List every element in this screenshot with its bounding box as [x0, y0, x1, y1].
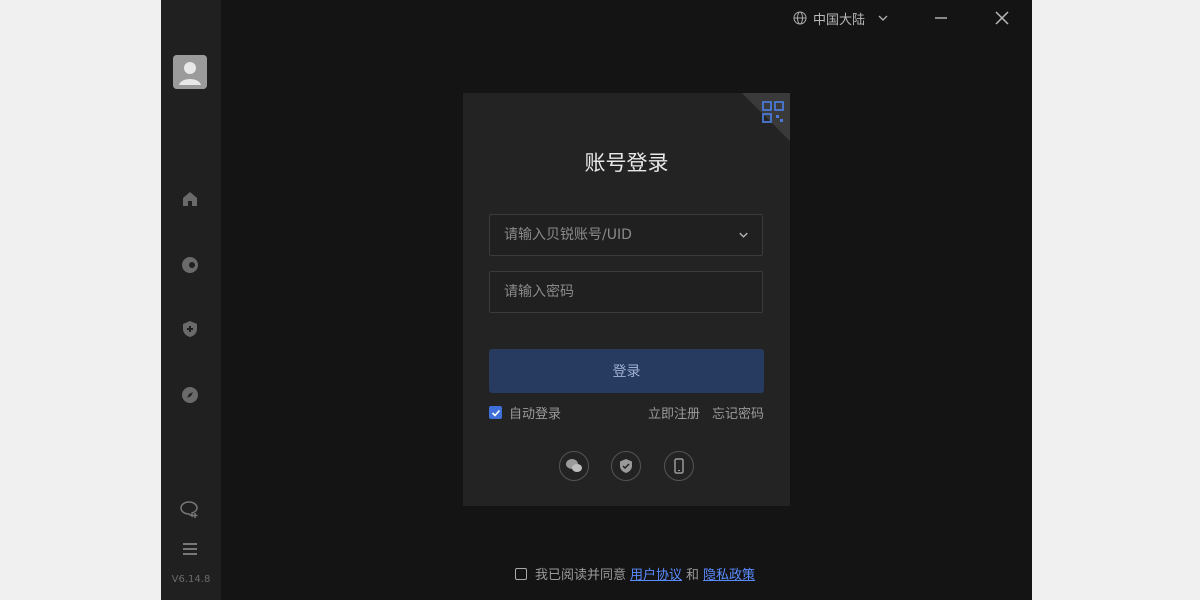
user-agreement-link[interactable]: 用户协议: [630, 564, 682, 583]
agreement-checkbox[interactable]: [515, 567, 527, 580]
menu-icon[interactable]: [179, 538, 201, 560]
shield-plus-icon[interactable]: [179, 318, 201, 340]
wechat-login-button[interactable]: [559, 451, 589, 481]
login-button[interactable]: 登录: [489, 349, 764, 393]
sidebar: V6.14.8: [161, 0, 221, 600]
agreement-and: 和: [686, 568, 700, 583]
region-selector[interactable]: 中国大陆: [793, 8, 889, 28]
close-icon: [995, 11, 1009, 25]
security-login-button[interactable]: [611, 451, 641, 481]
auto-login-checkbox[interactable]: [489, 406, 502, 419]
account-field[interactable]: [489, 214, 763, 256]
globe-icon: [793, 11, 807, 25]
agreement-row: 我已阅读并同意 用户协议 和 隐私政策: [515, 564, 759, 583]
forgot-password-link[interactable]: 忘记密码: [712, 403, 764, 422]
region-label: 中国大陆: [813, 12, 866, 28]
auto-login-label: 自动登录: [509, 407, 562, 422]
phone-login-button[interactable]: [664, 451, 694, 481]
password-input[interactable]: [502, 283, 750, 301]
user-icon: [173, 55, 207, 89]
home-icon[interactable]: [179, 188, 201, 210]
remote-icon[interactable]: [179, 254, 201, 276]
agreement-prefix: 我已阅读并同意: [535, 568, 627, 583]
compass-icon[interactable]: [179, 384, 201, 406]
account-input[interactable]: [502, 226, 737, 244]
login-title: 账号登录: [584, 151, 669, 175]
qr-code-icon[interactable]: [762, 101, 784, 123]
version-label: V6.14.8: [171, 574, 211, 585]
minimize-button[interactable]: [931, 8, 951, 28]
privacy-policy-link[interactable]: 隐私政策: [703, 564, 755, 583]
chevron-down-icon: [878, 15, 888, 21]
shield-check-icon: [620, 459, 632, 473]
chat-add-icon[interactable]: [179, 498, 201, 520]
register-link[interactable]: 立即注册: [648, 403, 700, 422]
wechat-icon: [566, 459, 582, 472]
avatar[interactable]: [173, 55, 207, 89]
checkmark-icon: [491, 409, 500, 417]
login-card: 账号登录 登录 自动登录 立即注册 忘记密码: [463, 93, 790, 506]
password-field[interactable]: [489, 271, 763, 313]
phone-icon: [674, 458, 684, 474]
close-button[interactable]: [992, 8, 1012, 28]
account-links: 立即注册 忘记密码: [648, 403, 764, 422]
minimize-icon: [935, 17, 947, 19]
auto-login[interactable]: 自动登录: [489, 403, 561, 422]
app-window: V6.14.8 中国大陆 账号登录 请输入贝锐账号/UID 登录 自动登录 立即…: [161, 0, 1032, 600]
chevron-down-icon[interactable]: [737, 228, 750, 242]
